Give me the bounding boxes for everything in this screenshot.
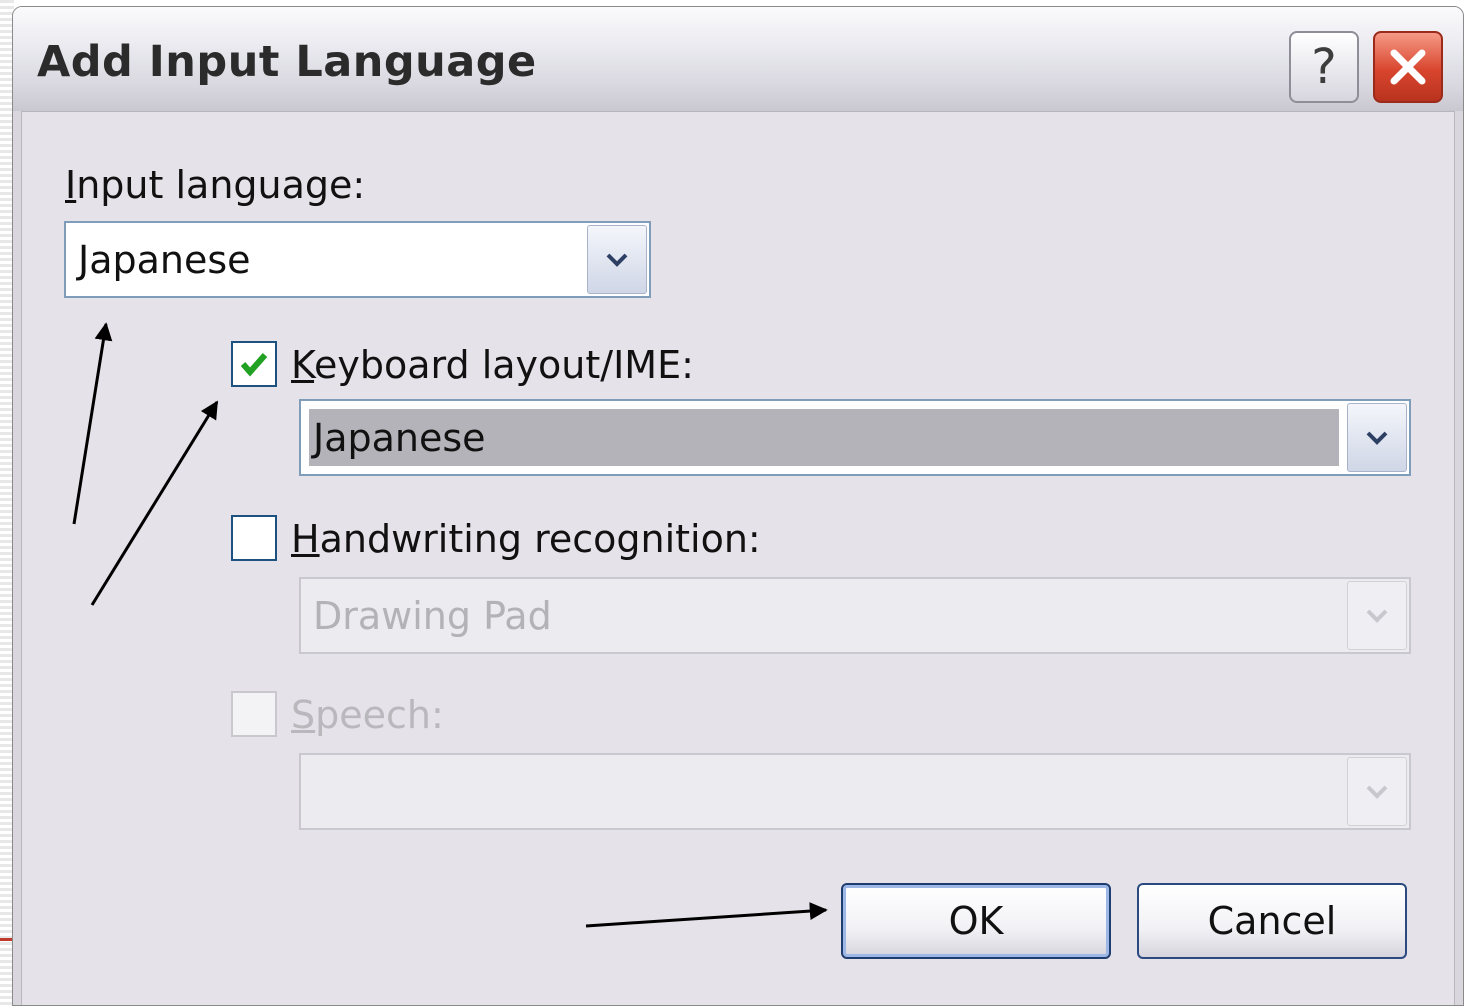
- title-bar[interactable]: Add Input Language ?: [13, 7, 1463, 112]
- handwriting-mnemonic: H: [291, 517, 320, 561]
- handwriting-dropdown-button: [1347, 581, 1407, 650]
- dialog-right-frame: [1454, 111, 1463, 1005]
- speech-dropdown-button: [1347, 757, 1407, 826]
- close-button[interactable]: [1373, 31, 1443, 103]
- chevron-down-icon: [606, 253, 628, 267]
- close-icon: [1390, 49, 1426, 85]
- keyboard-layout-dropdown-button[interactable]: [1347, 403, 1407, 472]
- checkmark-icon: [240, 353, 268, 377]
- keyboard-layout-label-text: eyboard layout/IME:: [314, 343, 694, 387]
- keyboard-layout-label: Keyboard layout/IME:: [291, 343, 694, 387]
- chevron-down-icon: [1366, 609, 1388, 623]
- input-language-label: Input language:: [65, 163, 365, 207]
- handwriting-select: Drawing Pad: [299, 577, 1411, 654]
- help-icon: ?: [1311, 39, 1337, 95]
- chevron-down-icon: [1366, 785, 1388, 799]
- input-language-label-text: nput language:: [76, 163, 366, 207]
- keyboard-layout-value: Japanese: [313, 415, 486, 460]
- handwriting-label: Handwriting recognition:: [291, 517, 761, 561]
- ok-button[interactable]: OK: [841, 883, 1111, 959]
- input-language-dropdown-button[interactable]: [587, 225, 647, 294]
- keyboard-layout-mnemonic: K: [291, 343, 315, 387]
- speech-checkbox: [231, 691, 277, 737]
- input-language-value: Japanese: [78, 237, 251, 282]
- chevron-down-icon: [1366, 431, 1388, 445]
- input-language-mnemonic: I: [65, 163, 77, 207]
- help-button[interactable]: ?: [1289, 31, 1359, 103]
- speech-select: [299, 753, 1411, 830]
- speech-label-text: peech:: [315, 693, 444, 737]
- handwriting-label-text: andwriting recognition:: [319, 517, 761, 561]
- handwriting-value: Drawing Pad: [313, 593, 552, 638]
- keyboard-layout-select[interactable]: Japanese: [299, 399, 1411, 476]
- dialog-title: Add Input Language: [37, 37, 537, 87]
- speech-label: Speech:: [291, 693, 444, 737]
- keyboard-layout-checkbox[interactable]: [231, 341, 277, 387]
- input-language-select[interactable]: Japanese: [64, 221, 651, 298]
- dialog-left-frame: [13, 111, 22, 1005]
- add-input-language-dialog: Add Input Language ? Input language: Jap…: [12, 6, 1464, 1006]
- cancel-button[interactable]: Cancel: [1137, 883, 1407, 959]
- speech-mnemonic: S: [291, 693, 316, 737]
- handwriting-checkbox[interactable]: [231, 515, 277, 561]
